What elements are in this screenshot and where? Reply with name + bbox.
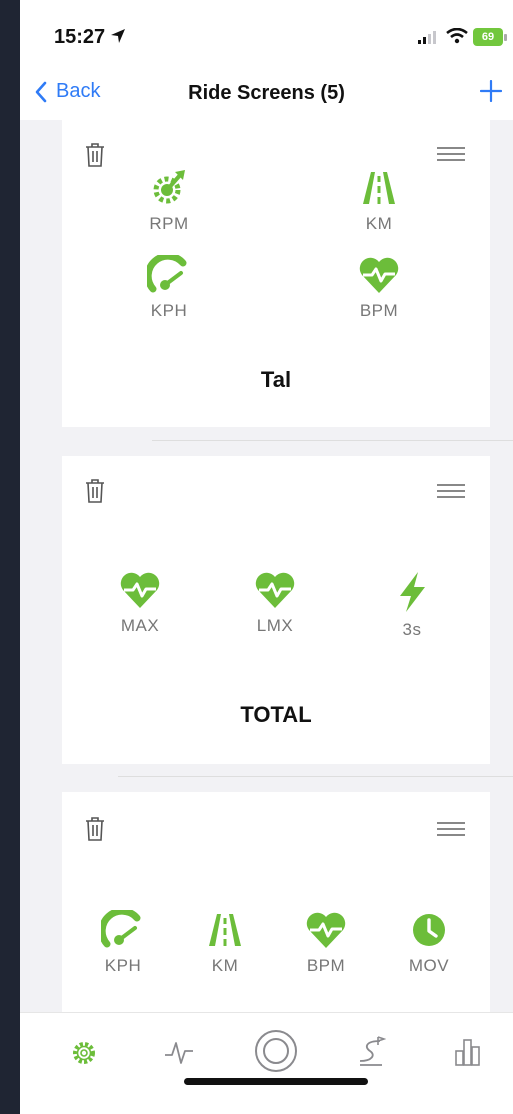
metric-label: BPM: [306, 956, 346, 975]
tab-routes[interactable]: [356, 1035, 387, 1072]
back-button[interactable]: Back: [34, 80, 100, 103]
ride-screen-card[interactable]: MAX LMX 3s TOTAL: [62, 456, 490, 764]
back-label: Back: [56, 80, 101, 102]
ride-screen-card[interactable]: KPH KM BPM MOV: [62, 792, 490, 1012]
route-icon: [359, 1036, 387, 1066]
reorder-handle-icon[interactable]: [437, 146, 465, 167]
screen-name: TOTAL: [240, 702, 312, 727]
metric-tile: KM: [170, 910, 280, 976]
metric-label: BPM: [359, 301, 399, 320]
tab-settings[interactable]: [70, 1039, 98, 1072]
cellular-signal-icon: [418, 30, 440, 49]
speedometer-icon: [147, 255, 187, 293]
add-screen-button[interactable]: [479, 79, 503, 107]
trash-icon[interactable]: [84, 478, 106, 509]
heart-rate-icon: [359, 257, 399, 293]
trash-icon[interactable]: [84, 816, 106, 847]
metric-tile: KPH: [114, 255, 224, 321]
record-circle-icon: [255, 1030, 297, 1072]
card-separator: [152, 440, 513, 441]
chevron-left-icon: [35, 81, 47, 102]
metric-label: KPH: [150, 301, 188, 320]
heart-rate-icon: [255, 572, 295, 608]
metric-label: KM: [211, 956, 239, 975]
tab-record[interactable]: [254, 1029, 298, 1078]
clock-icon: [413, 914, 445, 946]
screen-name: Tal: [260, 367, 292, 392]
road-distance-icon: [363, 172, 395, 204]
home-indicator: [184, 1078, 368, 1085]
metric-tile: 3s: [357, 570, 467, 640]
bar-chart-icon: [455, 1039, 480, 1066]
navigation-bar: Ride Screens (5) Back: [20, 70, 513, 120]
speedometer-icon: [101, 910, 141, 948]
metric-tile: KM: [324, 168, 434, 234]
app-screen: 15:27 69 Ride Screens (5) Back RPM KM KP…: [20, 0, 513, 1114]
metric-label: MOV: [408, 956, 450, 975]
tab-stats[interactable]: [454, 1037, 482, 1072]
battery-level: 69: [473, 28, 503, 46]
metric-label: RPM: [149, 214, 189, 233]
lightning-power-icon: [400, 572, 425, 612]
cadence-gear-icon: [153, 170, 185, 204]
metric-tile: KPH: [68, 910, 178, 976]
heart-rate-icon: [120, 572, 160, 608]
status-time: 15:27: [54, 26, 106, 48]
battery-tip: [504, 34, 507, 41]
metric-tile: RPM: [114, 168, 224, 234]
metric-tile: MOV: [374, 910, 484, 976]
activity-pulse-icon: [165, 1042, 193, 1064]
reorder-handle-icon[interactable]: [437, 483, 465, 504]
metric-tile: BPM: [324, 255, 434, 321]
card-separator: [118, 776, 513, 777]
location-arrow-icon: [110, 28, 126, 49]
tab-bar: [20, 1012, 513, 1114]
metric-label: MAX: [120, 616, 160, 635]
plus-icon: [479, 79, 503, 103]
metric-tile: MAX: [85, 570, 195, 636]
metric-tile: BPM: [271, 910, 381, 976]
road-distance-icon: [209, 914, 241, 946]
metric-label: KPH: [104, 956, 142, 975]
trash-icon[interactable]: [84, 142, 106, 173]
gear-icon: [73, 1042, 95, 1064]
ride-screen-card[interactable]: RPM KM KPH BPM Tal: [62, 120, 490, 427]
tab-activity[interactable]: [164, 1039, 194, 1072]
reorder-handle-icon[interactable]: [437, 821, 465, 842]
heart-rate-icon: [306, 912, 346, 948]
metric-label: LMX: [256, 616, 294, 635]
status-bar: 15:27 69: [20, 0, 513, 70]
wifi-icon: [446, 27, 468, 49]
metric-label: 3s: [402, 620, 422, 639]
metric-label: KM: [365, 214, 393, 233]
metric-tile: LMX: [220, 570, 330, 636]
